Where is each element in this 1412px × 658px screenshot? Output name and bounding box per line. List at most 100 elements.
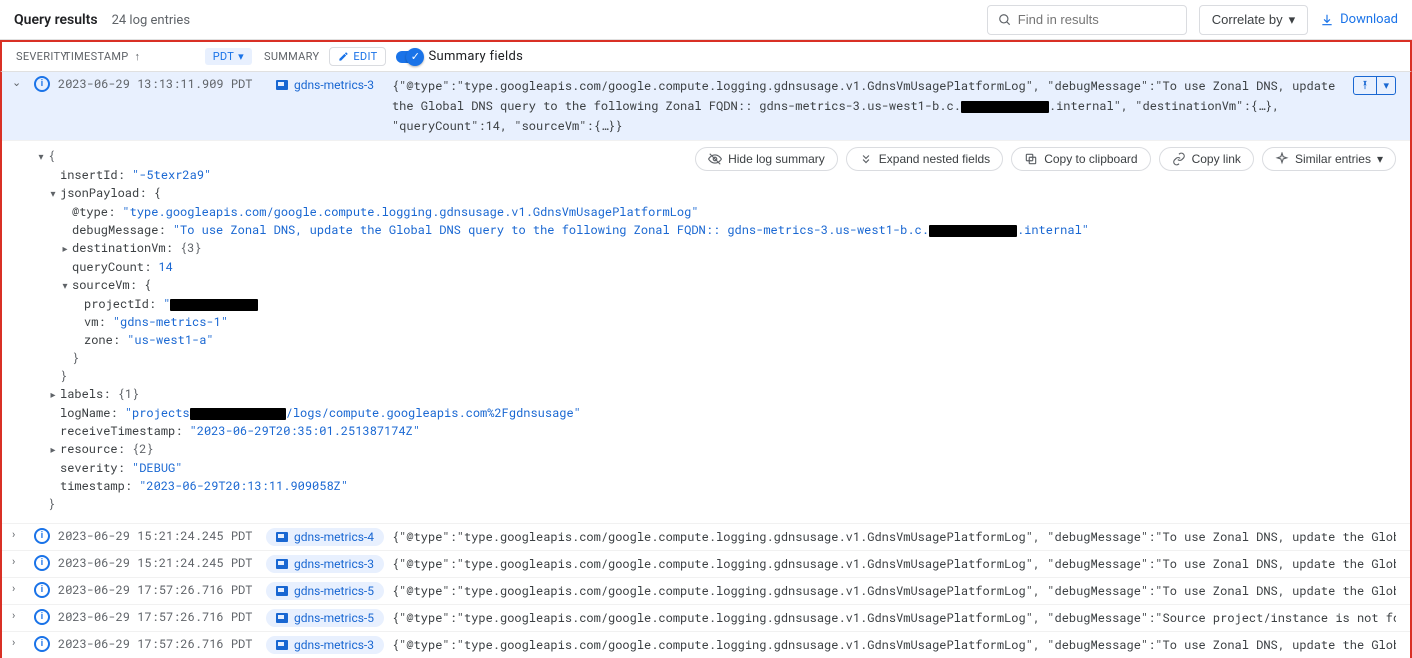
rows-container: ⌄ i 2023-06-29 13:13:11.909 PDT gdns-met… xyxy=(0,72,1412,658)
download-label: Download xyxy=(1340,12,1398,27)
severity-debug-icon: i xyxy=(34,636,50,652)
summary-cell: gdns-metrics-5{"@type":"type.googleapis.… xyxy=(266,582,1396,600)
chip-label: gdns-metrics-3 xyxy=(294,557,374,571)
top-left: Query results 24 log entries xyxy=(14,12,190,28)
resource-chip[interactable]: gdns-metrics-4 xyxy=(266,528,384,546)
log-detail-panel: Hide log summary Expand nested fields Co… xyxy=(2,141,1410,524)
toggle-track: ✓ xyxy=(396,51,422,63)
tree-toggle[interactable]: ▾ xyxy=(60,277,70,295)
expand-icon[interactable]: › xyxy=(12,609,26,622)
timestamp-cell: 2023-06-29 17:57:26.716 PDT xyxy=(58,609,258,625)
severity-debug-icon: i xyxy=(34,609,50,625)
summary-fields-toggle[interactable]: ✓ Summary fields xyxy=(396,49,523,64)
severity-debug-icon: i xyxy=(34,555,50,571)
detail-actions: Hide log summary Expand nested fields Co… xyxy=(695,147,1396,171)
sort-asc-icon: ↑ xyxy=(135,50,141,63)
header-row: SEVERITY TIMESTAMP ↑ PDT ▾ SUMMARY EDIT … xyxy=(0,40,1412,72)
collapse-icon[interactable]: ⌄ xyxy=(12,76,26,89)
expand-nested-button[interactable]: Expand nested fields xyxy=(846,147,1003,171)
tree-toggle[interactable]: ▾ xyxy=(36,148,46,166)
summary-cell: gdns-metrics-3 {"@type":"type.googleapis.… xyxy=(266,636,1396,654)
summary-cell: gdns-metrics-3 {"@type":"type.googleapis… xyxy=(266,76,1396,136)
expand-icon[interactable]: › xyxy=(12,555,26,568)
eye-off-icon xyxy=(708,152,722,166)
log-row[interactable]: ›i2023-06-29 15:21:24.245 PDTgdns-metric… xyxy=(2,524,1410,551)
log-row[interactable]: › i 2023-06-29 17:57:26.716 PDT gdns-metric… xyxy=(2,632,1410,658)
vm-icon xyxy=(276,532,288,542)
expand-icon[interactable]: › xyxy=(12,636,26,649)
sparkle-icon xyxy=(1275,152,1289,166)
hide-log-summary-button[interactable]: Hide log summary xyxy=(695,147,838,171)
resource-chip[interactable]: gdns-metrics-5 xyxy=(266,609,384,627)
summary-cell: gdns-metrics-3 {"@type":"type.googleapis.… xyxy=(266,555,1396,573)
chevron-down-icon: ▾ xyxy=(1377,152,1383,166)
search-icon xyxy=(998,13,1012,27)
correlate-label: Correlate by xyxy=(1212,12,1283,27)
pencil-icon xyxy=(338,51,349,62)
pin-controls[interactable]: ▾ xyxy=(1353,76,1396,95)
vm-icon xyxy=(276,586,288,596)
resource-chip[interactable]: gdns-metrics-3 xyxy=(266,636,384,654)
top-bar: Query results 24 log entries Correlate b… xyxy=(0,0,1412,40)
summary-text: {"@type":"type.googleapis.com/google.com… xyxy=(392,556,1396,572)
copy-clipboard-button[interactable]: Copy to clipboard xyxy=(1011,147,1150,171)
similar-entries-button[interactable]: Similar entries ▾ xyxy=(1262,147,1396,171)
severity-debug-icon: i xyxy=(34,76,50,92)
log-row[interactable]: › i 2023-06-29 15:21:24.245 PDT gdns-metric… xyxy=(2,551,1410,578)
log-row[interactable]: › i 2023-06-29 17:57:26.716 PDT gdns-metric… xyxy=(2,605,1410,632)
expand-icon xyxy=(859,152,873,166)
summary-text: {"@type":"type.googleapis.com/google.com… xyxy=(392,610,1396,626)
link-icon xyxy=(1172,152,1186,166)
find-input[interactable] xyxy=(1018,12,1194,27)
col-summary: SUMMARY EDIT ✓ Summary fields xyxy=(264,47,1410,66)
severity-debug-icon: i xyxy=(34,582,50,598)
chip-label: gdns-metrics-5 xyxy=(294,584,374,598)
timestamp-cell: 2023-06-29 17:57:26.716 PDT xyxy=(58,582,258,598)
chevron-down-icon[interactable]: ▾ xyxy=(1376,77,1395,94)
expand-icon[interactable]: › xyxy=(12,582,26,595)
col-severity[interactable]: SEVERITY xyxy=(16,50,64,63)
download-icon xyxy=(1320,13,1334,27)
vm-icon xyxy=(276,559,288,569)
pin-icon[interactable] xyxy=(1354,77,1376,94)
timestamp-cell: 2023-06-29 17:57:26.716 PDT xyxy=(58,636,258,652)
edit-summary-chip[interactable]: EDIT xyxy=(329,47,386,66)
redacted xyxy=(929,225,1017,237)
correlate-by-button[interactable]: Correlate by ▾ xyxy=(1199,5,1308,35)
copy-link-button[interactable]: Copy link xyxy=(1159,147,1254,171)
find-in-results[interactable] xyxy=(987,5,1187,35)
tree-toggle[interactable]: ▸ xyxy=(48,441,58,459)
chip-label: gdns-metrics-4 xyxy=(294,530,374,544)
log-row[interactable]: › i 2023-06-29 17:57:26.716 PDT gdns-metric… xyxy=(2,578,1410,605)
col-timestamp-label: TIMESTAMP xyxy=(64,50,129,63)
results-count: 24 log entries xyxy=(112,13,190,28)
timestamp-cell: 2023-06-29 15:21:24.245 PDT xyxy=(58,528,258,544)
tree-toggle[interactable]: ▸ xyxy=(48,386,58,404)
chip-label: gdns-metrics-3 xyxy=(294,638,374,652)
redacted xyxy=(170,299,258,311)
resource-chip[interactable]: gdns-metrics-3 xyxy=(266,76,384,94)
summary-cell: gdns-metrics-5 {"@type":"type.googleapis.… xyxy=(266,609,1396,627)
download-button[interactable]: Download xyxy=(1320,12,1398,27)
copy-icon xyxy=(1024,152,1038,166)
log-row-expanded[interactable]: ⌄ i 2023-06-29 13:13:11.909 PDT gdns-met… xyxy=(2,72,1410,141)
vm-icon xyxy=(276,613,288,623)
summary-cell: gdns-metrics-4{"@type":"type.googleapis.… xyxy=(266,528,1396,546)
chevron-down-icon: ▾ xyxy=(1289,12,1296,28)
chevron-down-icon: ▾ xyxy=(238,50,244,63)
tree-toggle[interactable]: ▾ xyxy=(48,185,58,203)
resource-chip[interactable]: gdns-metrics-3 xyxy=(266,555,384,573)
col-summary-label: SUMMARY xyxy=(264,50,319,63)
redacted xyxy=(961,101,1049,113)
timestamp-cell: 2023-06-29 15:21:24.245 PDT xyxy=(58,555,258,571)
results-title: Query results xyxy=(14,12,98,28)
tree-toggle[interactable]: ▸ xyxy=(60,240,70,258)
vm-icon xyxy=(276,80,288,90)
toggle-knob: ✓ xyxy=(406,48,424,66)
col-timestamp[interactable]: TIMESTAMP ↑ PDT ▾ xyxy=(64,48,264,65)
chip-label: gdns-metrics-5 xyxy=(294,611,374,625)
expand-icon[interactable]: › xyxy=(12,528,26,541)
summary-text: {"@type":"type.googleapis.com/google.com… xyxy=(392,637,1396,653)
resource-chip[interactable]: gdns-metrics-5 xyxy=(266,582,384,600)
timezone-chip[interactable]: PDT ▾ xyxy=(205,48,252,65)
